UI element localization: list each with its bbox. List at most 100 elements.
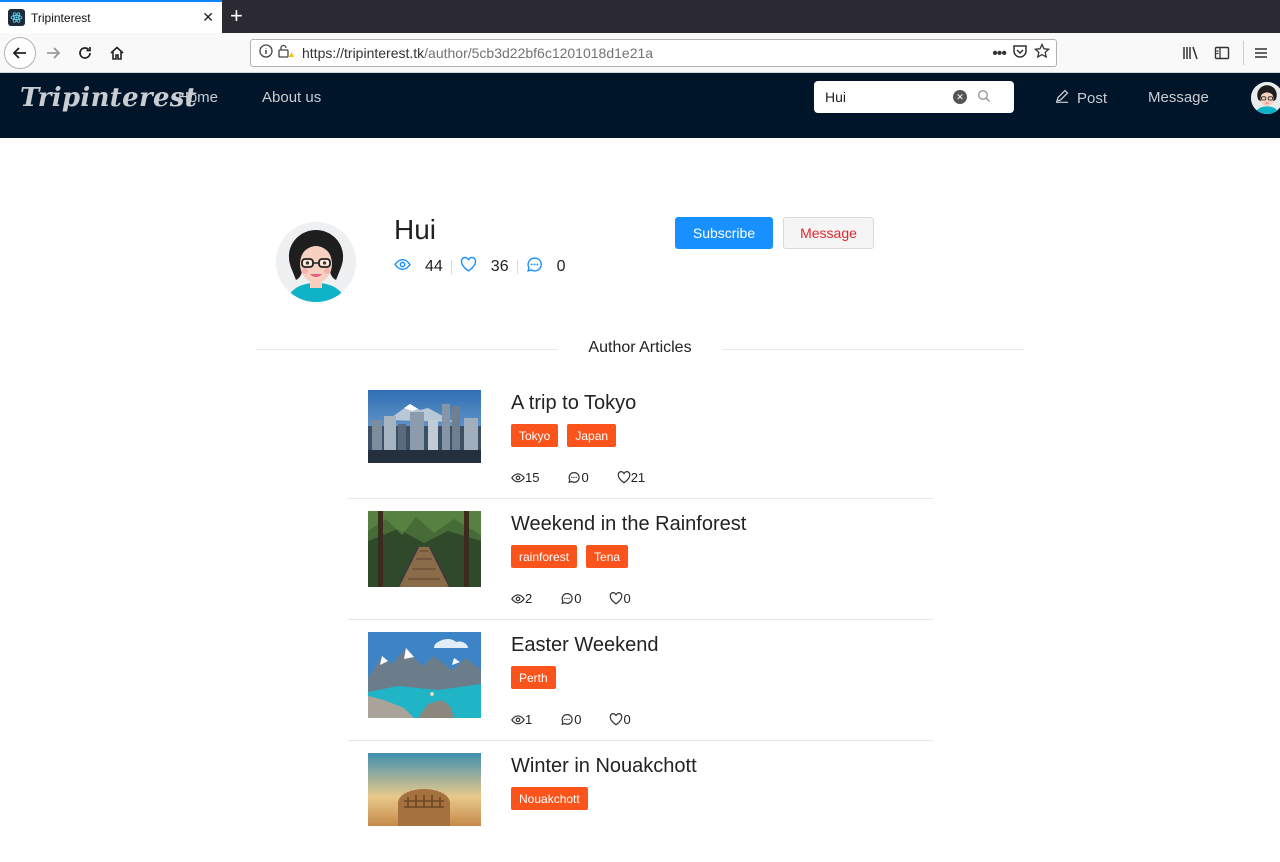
back-button[interactable] bbox=[4, 37, 36, 69]
library-icon bbox=[1183, 46, 1198, 60]
views-count: 44 bbox=[425, 258, 443, 275]
article-tags: Perth bbox=[511, 666, 556, 689]
section-title: Author Articles bbox=[558, 339, 722, 357]
profile-name: Hui bbox=[394, 214, 437, 245]
pocket-icon[interactable] bbox=[1012, 43, 1028, 64]
heart-icon bbox=[460, 256, 477, 278]
article-title[interactable]: A trip to Tokyo bbox=[511, 392, 636, 415]
insecure-lock-icon[interactable] bbox=[278, 44, 294, 63]
eye-icon bbox=[511, 715, 525, 725]
tag[interactable]: Tokyo bbox=[511, 424, 559, 447]
profile-avatar bbox=[276, 222, 356, 302]
tag[interactable]: Japan bbox=[567, 424, 617, 447]
toolbar-separator bbox=[1243, 41, 1244, 65]
nav-about-us[interactable]: About us bbox=[262, 89, 321, 106]
article-item[interactable]: A trip to Tokyo Tokyo Japan 15 0 21 bbox=[348, 378, 933, 499]
tag[interactable]: Perth bbox=[511, 666, 556, 689]
nav-home[interactable]: Home bbox=[178, 89, 218, 106]
heart-icon bbox=[617, 471, 631, 484]
bookmark-star-icon[interactable] bbox=[1033, 42, 1051, 64]
browser-toolbar: https://tripinterest.tk/author/5cb3d22bf… bbox=[0, 33, 1280, 73]
article-likes: 21 bbox=[617, 470, 645, 485]
sidebar-button[interactable] bbox=[1207, 38, 1237, 68]
menu-button[interactable] bbox=[1246, 38, 1276, 68]
article-views: 2 bbox=[511, 591, 532, 606]
subscribe-button[interactable]: Subscribe bbox=[675, 217, 773, 249]
tag[interactable]: Tena bbox=[586, 545, 629, 568]
likes-stat: 36 bbox=[460, 256, 509, 278]
comment-icon bbox=[561, 593, 573, 605]
article-title[interactable]: Weekend in the Rainforest bbox=[511, 513, 746, 536]
home-icon bbox=[110, 46, 124, 60]
article-views: 1 bbox=[511, 712, 532, 727]
reload-button[interactable] bbox=[70, 38, 100, 68]
hamburger-icon bbox=[1255, 48, 1267, 58]
article-list: A trip to Tokyo Tokyo Japan 15 0 21 Week… bbox=[348, 378, 933, 862]
heart-icon bbox=[610, 713, 623, 726]
home-button[interactable] bbox=[102, 38, 132, 68]
article-item[interactable]: Winter in Nouakchott Nouakchott bbox=[348, 741, 933, 862]
article-comments: 0 bbox=[560, 591, 581, 606]
eye-icon bbox=[394, 256, 411, 278]
article-title[interactable]: Winter in Nouakchott bbox=[511, 755, 697, 778]
post-label: Post bbox=[1077, 89, 1108, 107]
article-tags: rainforest Tena bbox=[511, 545, 629, 568]
article-stats: 15 0 21 bbox=[511, 470, 673, 485]
article-item[interactable]: Weekend in the Rainforest rainforest Ten… bbox=[348, 499, 933, 620]
profile-stats: 44 36 0 bbox=[394, 256, 566, 278]
comment-icon bbox=[526, 256, 543, 278]
article-tags: Tokyo Japan bbox=[511, 424, 617, 447]
article-likes: 0 bbox=[609, 712, 631, 727]
header-message-link[interactable]: Message bbox=[1148, 89, 1209, 106]
comments-stat: 0 bbox=[526, 256, 566, 278]
article-item[interactable]: Easter Weekend Perth 1 0 0 bbox=[348, 620, 933, 741]
tag[interactable]: Nouakchott bbox=[511, 787, 588, 810]
new-tab-button[interactable]: + bbox=[230, 3, 243, 29]
search-input[interactable]: Hui ✕ bbox=[814, 81, 1014, 113]
article-thumbnail[interactable] bbox=[368, 753, 481, 826]
article-comments: 0 bbox=[567, 470, 589, 485]
url-text: https://tripinterest.tk/author/5cb3d22bf… bbox=[302, 45, 654, 61]
site-logo[interactable]: Tripinterest bbox=[20, 83, 197, 113]
stat-separator bbox=[450, 260, 452, 274]
article-thumbnail[interactable] bbox=[368, 390, 481, 463]
search-input-value: Hui bbox=[825, 89, 847, 105]
article-comments: 0 bbox=[560, 712, 581, 727]
arrow-left-icon bbox=[12, 47, 26, 59]
user-avatar[interactable] bbox=[1251, 82, 1280, 114]
forward-button[interactable] bbox=[38, 38, 68, 68]
react-favicon-icon bbox=[8, 9, 25, 26]
browser-tab-bar: Tripinterest ✕ + bbox=[0, 0, 1280, 33]
article-thumbnail[interactable] bbox=[368, 632, 481, 718]
close-tab-icon[interactable]: ✕ bbox=[202, 8, 214, 26]
eye-icon bbox=[511, 594, 525, 604]
info-icon[interactable] bbox=[259, 43, 273, 63]
comment-icon bbox=[568, 472, 581, 484]
sidebar-icon bbox=[1214, 46, 1230, 60]
eye-icon bbox=[511, 473, 525, 483]
article-title[interactable]: Easter Weekend bbox=[511, 634, 659, 657]
article-likes: 0 bbox=[609, 591, 631, 606]
post-link[interactable]: Post bbox=[1055, 89, 1107, 107]
tag[interactable]: rainforest bbox=[511, 545, 578, 568]
address-bar[interactable]: https://tripinterest.tk/author/5cb3d22bf… bbox=[250, 39, 1057, 67]
tab-title: Tripinterest bbox=[31, 10, 91, 25]
article-stats: 2 0 0 bbox=[511, 591, 659, 606]
more-actions-icon[interactable]: ••• bbox=[992, 45, 1007, 63]
article-thumbnail[interactable] bbox=[368, 511, 481, 587]
arrow-right-icon bbox=[47, 47, 61, 59]
message-button[interactable]: Message bbox=[783, 217, 874, 249]
edit-icon bbox=[1055, 89, 1069, 107]
site-header: Tripinterest Home About us Hui ✕ Post Me… bbox=[0, 73, 1280, 138]
comment-icon bbox=[561, 714, 573, 726]
views-stat: 44 bbox=[394, 256, 443, 278]
browser-tab[interactable]: Tripinterest ✕ bbox=[0, 0, 222, 33]
search-icon[interactable] bbox=[977, 89, 991, 106]
article-stats: 1 0 0 bbox=[511, 712, 659, 727]
heart-icon bbox=[610, 592, 623, 605]
article-tags: Nouakchott bbox=[511, 787, 588, 810]
clear-search-icon[interactable]: ✕ bbox=[953, 90, 967, 104]
library-button[interactable] bbox=[1176, 38, 1206, 68]
comments-count: 0 bbox=[556, 258, 566, 275]
article-views: 15 bbox=[511, 470, 539, 485]
